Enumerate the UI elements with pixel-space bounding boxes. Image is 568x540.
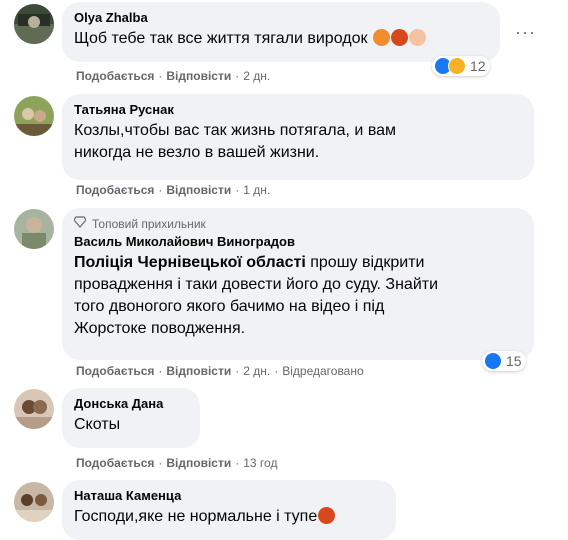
separator: · [235,456,240,470]
face-with-symbols-icon [318,507,336,524]
author-name[interactable]: Татьяна Руснак [74,102,522,118]
reply-button[interactable]: Відповісти [166,364,231,378]
timestamp[interactable]: 2 дн. [243,69,270,83]
avatar[interactable] [14,389,54,429]
comment-text-content: Щоб тебе так все життя тягали виродок [74,30,368,47]
separator: · [158,69,163,83]
comment-bubble: Olya Zhalba Щоб тебе так все життя тягал… [62,2,500,62]
like-button[interactable]: Подобається [76,69,154,83]
edited-label: Відредаговано [282,364,364,378]
timestamp[interactable]: 1 дн. [243,183,270,197]
face-with-symbols-icon [390,29,408,46]
comment-text: Скоты [74,416,121,433]
diamond-icon [73,216,87,232]
comment-actions: Подобається · Відповісти · 13 год [76,455,277,471]
comment-text-content: Господи,яке не нормальне і тупе [74,508,318,525]
comment-actions: Подобається · Відповісти · 1 дн. [76,182,270,198]
comment-bubble: Топовий прихильник Василь Миколайович Ви… [62,208,534,360]
sad-reaction-icon [448,57,466,75]
like-button[interactable]: Подобається [76,183,154,197]
comment-text-line: Козлы,чтобы вас так жизнь потягала, и ва… [74,122,397,139]
avatar[interactable] [14,96,54,136]
separator: · [274,364,279,378]
avatar[interactable] [14,209,54,249]
author-name[interactable]: Наташа Каменца [74,488,384,504]
like-button[interactable]: Подобається [76,456,154,470]
comment-actions: Подобається · Відповісти · 2 дн. · Відредагова… [76,363,364,379]
separator: · [235,183,240,197]
angry-face-icon [372,29,390,46]
comment-text-line: никогда не везло в вашей жизни. [74,144,320,161]
woman-facepalming-icon [408,29,426,46]
reactions-summary[interactable]: 12 [432,56,490,76]
comment-text-content: прошу відкрити [305,254,425,271]
like-button[interactable]: Подобається [76,364,154,378]
timestamp[interactable]: 2 дн. [243,364,270,378]
separator: · [158,364,163,378]
comment-bubble: Татьяна Руснак Козлы,чтобы вас так жизнь… [62,94,534,180]
timestamp[interactable]: 13 год [243,456,277,470]
reaction-count: 12 [470,58,486,74]
comment-text-line: того двоногого якого бачимо на відео і п… [74,298,385,315]
separator: · [235,364,240,378]
comment-text-line: провадження і таки довести його до суду.… [74,276,439,293]
separator: · [158,183,163,197]
reaction-count: 15 [506,353,522,369]
comment-text: Козлы,чтобы вас так жизнь потягала, и ва… [74,120,522,164]
comment-text: Господи,яке не нормальне і тупе [74,506,384,528]
badge-label: Топовий прихильник [92,217,206,231]
comment-text-line: Поліція Чернівецької області прошу відкр… [74,252,522,274]
avatar[interactable] [14,4,54,44]
separator: · [235,69,240,83]
avatar[interactable] [14,482,54,522]
reply-button[interactable]: Відповісти [166,183,231,197]
reply-button[interactable]: Відповісти [166,69,231,83]
separator: · [158,456,163,470]
page-mention-link[interactable]: Поліція Чернівецької області [74,254,306,271]
comment-bubble: Наташа Каменца Господи,яке не нормальне … [62,480,396,540]
author-name[interactable]: Донська Дана [74,396,188,412]
reactions-summary[interactable]: 15 [482,351,526,371]
author-name[interactable]: Василь Миколайович Виноградов [74,234,522,250]
comment-actions: Подобається · Відповісти · 2 дн. [76,68,270,84]
comment-text: Поліція Чернівецької області прошу відкр… [74,252,522,340]
like-reaction-icon [484,352,502,370]
comment-text-line: Жорстоке поводження. [74,320,246,337]
top-fan-badge: Топовий прихильник [73,216,522,232]
comment-text: Щоб тебе так все життя тягали виродок [74,28,488,50]
author-name[interactable]: Olya Zhalba [74,10,488,26]
more-options-icon[interactable]: ··· [515,22,536,43]
reply-button[interactable]: Відповісти [166,456,231,470]
comment-bubble: Донська Дана Скоты [62,388,200,448]
